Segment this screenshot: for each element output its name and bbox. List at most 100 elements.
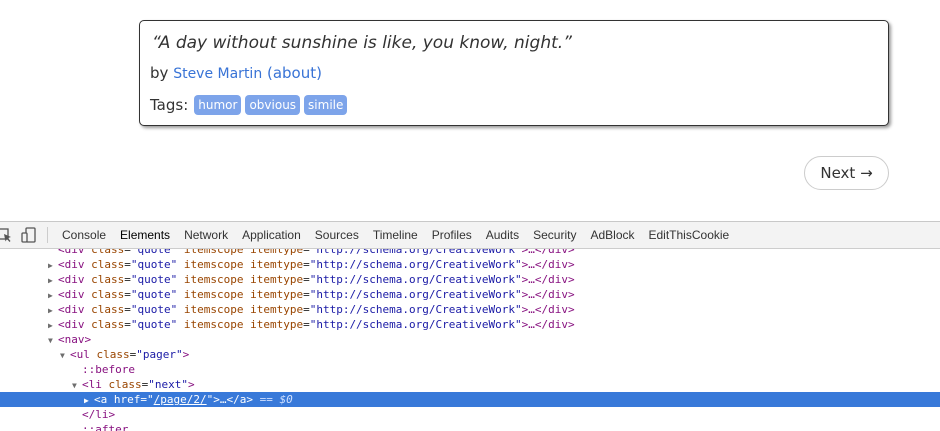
dom-attr-value: "quote" (130, 249, 178, 256)
expand-arrow-icon[interactable]: ▶ (48, 318, 58, 333)
dom-pseudo-element: ::before (82, 363, 135, 376)
dom-attr-value: "quote" (130, 288, 178, 301)
dom-node-li[interactable]: ▼ <li class="next"> (0, 377, 940, 392)
tab-console[interactable]: Console (55, 222, 113, 248)
quote-card: “A day without sunshine is like, you kno… (139, 20, 889, 126)
devtools-panel: Console Elements Network Application Sou… (0, 221, 940, 431)
collapse-arrow-icon[interactable]: ▼ (72, 378, 82, 393)
dom-attr-value: "http://schema.org/CreativeWork" (309, 273, 522, 286)
tab-sources[interactable]: Sources (308, 222, 366, 248)
tab-network[interactable]: Network (177, 222, 235, 248)
expand-arrow-icon[interactable]: ▶ (84, 393, 94, 408)
dom-attr-name: itemscope (183, 318, 244, 331)
dom-attr-value: "http://schema.org/CreativeWork" (309, 318, 522, 331)
dom-tag: <div (58, 303, 85, 316)
dom-attr-name: itemscope (183, 303, 244, 316)
dom-node-quote[interactable]: ▶ <div class="quote" itemscope itemtype="… (0, 317, 940, 332)
dom-attr-value: "quote" (130, 303, 178, 316)
devtools-toolbar: Console Elements Network Application Sou… (0, 222, 940, 249)
dom-attr-name: class (91, 303, 125, 316)
dom-attr-name: itemscope (183, 288, 244, 301)
tags-label: Tags: (150, 96, 189, 114)
dom-tag: <div (58, 249, 85, 256)
dom-node-quote[interactable]: ▶ <div class="quote" itemscope itemtype="… (0, 257, 940, 272)
dom-attr-value: "http://schema.org/CreativeWork" (309, 303, 522, 316)
dom-attr-name: itemscope (183, 258, 244, 271)
dom-node-a-selected[interactable]: ▶ <a href="/page/2/">…</a> == $0 (0, 392, 940, 407)
dom-attr-value: "http://schema.org/CreativeWork" (309, 288, 522, 301)
dom-attr-name: class (91, 258, 125, 271)
dom-node-li-close[interactable]: </li> (0, 407, 940, 422)
dom-collapsed-tail: ">…</a> (206, 393, 253, 406)
dom-attr-value: "quote" (130, 258, 178, 271)
dom-tag: <ul (70, 348, 90, 361)
dom-node-quote-partial[interactable]: <div class="quote" itemscope itemtype="h… (0, 249, 940, 257)
device-toolbar-icon[interactable] (20, 226, 38, 244)
tab-timeline[interactable]: Timeline (366, 222, 425, 248)
dom-pseudo-after[interactable]: ::after (0, 422, 940, 431)
tab-profiles[interactable]: Profiles (425, 222, 479, 248)
tab-application[interactable]: Application (235, 222, 308, 248)
next-page-button[interactable]: Next → (804, 156, 889, 190)
dom-collapsed-tail: >…</div> (521, 273, 575, 286)
dom-node-quote[interactable]: ▶ <div class="quote" itemscope itemtype="… (0, 272, 940, 287)
quote-byline: by Steve Martin (about) (150, 64, 322, 82)
expand-arrow-icon[interactable]: ▶ (48, 258, 58, 273)
dom-tag: <div (58, 318, 85, 331)
dom-attr-name: itemscope (183, 273, 244, 286)
tab-security[interactable]: Security (526, 222, 583, 248)
dom-pseudo-before[interactable]: ::before (0, 362, 940, 377)
dom-node-nav[interactable]: ▼ <nav> (0, 332, 940, 347)
tab-adblock[interactable]: AdBlock (583, 222, 641, 248)
tag-humor[interactable]: humor (194, 95, 242, 115)
dom-collapsed-tail: >…</div> (521, 303, 575, 316)
dom-attr-value: "quote" (130, 318, 178, 331)
toolbar-divider (47, 227, 48, 243)
dom-attr-name: itemtype (250, 303, 304, 316)
dom-attr-value: "next" (148, 378, 188, 391)
expand-arrow-icon[interactable]: ▶ (48, 273, 58, 288)
dom-href-link[interactable]: /page/2/ (154, 393, 207, 406)
dom-collapsed-tail: >…</div> (521, 288, 575, 301)
dom-attr-name: itemtype (250, 249, 304, 256)
expand-arrow-icon[interactable]: ▶ (48, 288, 58, 303)
dom-attr-value: "http://schema.org/CreativeWork" (309, 258, 522, 271)
dom-attr-name: itemtype (250, 318, 304, 331)
dom-collapsed-tail: >…</div> (521, 249, 575, 256)
dom-tag: </li> (82, 408, 116, 421)
collapse-arrow-icon[interactable]: ▼ (48, 333, 58, 348)
dom-node-quote[interactable]: ▶ <div class="quote" itemscope itemtype="… (0, 302, 940, 317)
dom-node-quote[interactable]: ▶ <div class="quote" itemscope itemtype="… (0, 287, 940, 302)
quote-text: “A day without sunshine is like, you kno… (152, 33, 572, 53)
dom-attr-value: "http://schema.org/CreativeWork" (309, 249, 522, 256)
tag-simile[interactable]: simile (304, 95, 348, 115)
dom-attr-name: itemscope (183, 249, 244, 256)
tab-audits[interactable]: Audits (479, 222, 526, 248)
dom-attr-name: class (91, 273, 125, 286)
inspect-element-icon[interactable] (0, 226, 14, 244)
dom-attr-name: itemtype (250, 288, 304, 301)
dom-node-ul[interactable]: ▼ <ul class="pager"> (0, 347, 940, 362)
dom-collapsed-tail: >…</div> (521, 258, 575, 271)
by-label: by (150, 64, 169, 82)
dom-attr-name: class (96, 348, 130, 361)
dom-attr-name: itemtype (250, 273, 304, 286)
dom-tag: <div (58, 258, 85, 271)
dom-tag: <nav> (58, 333, 92, 346)
about-link[interactable]: (about) (267, 64, 322, 82)
dom-attr-value: "quote" (130, 273, 178, 286)
dom-attr-name: class (91, 249, 125, 256)
dom-attr-name: class (91, 288, 125, 301)
collapse-arrow-icon[interactable]: ▼ (60, 348, 70, 363)
dom-tag: <div (58, 273, 85, 286)
dom-attr-name: itemtype (250, 258, 304, 271)
tab-elements[interactable]: Elements (113, 222, 177, 248)
tag-obvious[interactable]: obvious (245, 95, 301, 115)
dom-pseudo-element: ::after (82, 423, 129, 431)
expand-arrow-icon[interactable]: ▶ (48, 303, 58, 318)
dom-tree: <div class="quote" itemscope itemtype="h… (0, 249, 940, 431)
dom-collapsed-tail: >…</div> (521, 318, 575, 331)
dom-attr-value: "pager" (136, 348, 183, 361)
tab-editthiscookie[interactable]: EditThisCookie (642, 222, 737, 248)
dom-tag: <li (82, 378, 102, 391)
